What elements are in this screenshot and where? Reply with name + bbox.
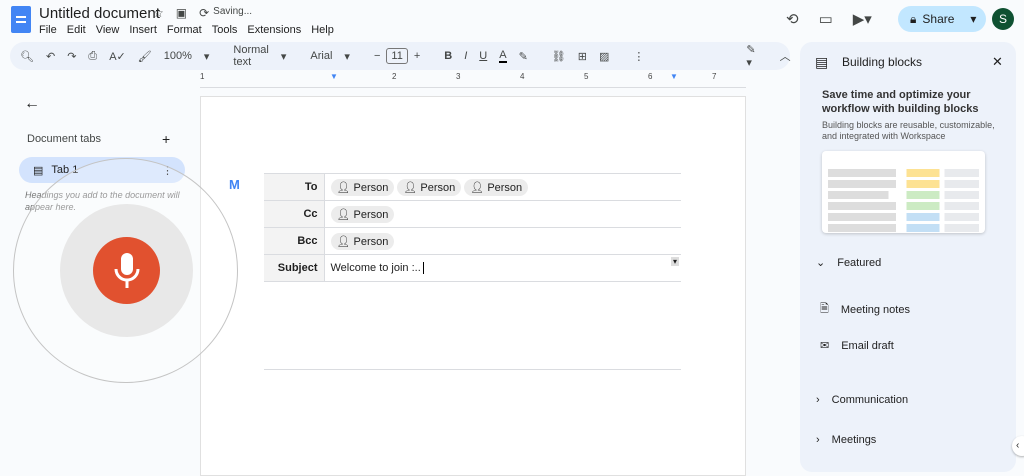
document-icon: 🗎︎ [820,303,829,315]
panel-headline: Save time and optimize your workflow wit… [822,89,979,115]
indent-marker[interactable]: ▼ [330,72,338,81]
undo-icon[interactable]: ↶ [46,50,55,63]
person-chip[interactable]: 👤︎ Person [330,232,395,250]
back-arrow-icon[interactable]: ← [24,95,40,113]
share-dropdown-icon[interactable]: ▾ [970,12,976,26]
chevron-down-icon: ⌄ [816,257,826,269]
insert-image-icon[interactable]: ▨ [599,50,609,63]
person-chip[interactable]: 👤︎ Person [330,178,395,196]
lock-icon: 🔒︎ [910,11,917,26]
add-comment-icon[interactable]: ⊞ [578,50,587,63]
paint-format-icon[interactable]: 🖌︎ [138,50,152,63]
bold-icon[interactable]: B [444,50,452,62]
highlight-icon[interactable]: ✎ [519,50,528,63]
spellcheck-icon[interactable]: A✓ [109,50,126,63]
document-title[interactable]: Untitled document [39,5,160,22]
panel-description: Building blocks are reusable, customizab… [822,120,995,141]
chevron-right-icon: › [816,434,820,446]
avatar[interactable]: S [992,8,1014,30]
text-color-icon[interactable]: A [499,49,507,63]
email-icon: ✉︎ [820,340,830,352]
meet-icon[interactable]: ▶▾ [853,10,872,28]
person-chip[interactable]: 👤︎ Person [397,178,462,196]
microphone-button[interactable] [93,237,160,304]
menu-tools[interactable]: Tools [212,24,238,36]
bcc-row: Bcc 👤︎ Person [264,227,681,255]
more-icon[interactable]: ⋮ [633,50,644,63]
email-draft-item[interactable]: ✉︎ Email draft [820,339,894,353]
cc-row: Cc 👤︎ Person [264,200,681,228]
building-blocks-icon: ▤ [815,54,829,70]
meetings-section[interactable]: › Meetings [816,434,876,446]
document-icon: ▤ [33,164,44,177]
add-tab-button[interactable]: + [162,131,170,147]
toolbar: 🔍︎ ↶ ↷ ⎙ A✓ 🖌︎ 100% ▾ Normal text ▾ Arial ▾ −11 +… [10,42,791,70]
person-chip[interactable]: 👤︎ Person [464,178,529,196]
move-folder-icon[interactable]: ▣ [176,6,187,20]
meeting-notes-item[interactable]: 🗎︎ Meeting notes [820,300,910,319]
menu-edit[interactable]: Edit [67,24,86,36]
subject-dropdown-icon[interactable]: ▾ [670,257,679,266]
document-page[interactable] [200,96,746,476]
decrease-size-button[interactable]: − [374,50,380,62]
panel-title: Building blocks [842,55,923,69]
share-button[interactable]: 🔒︎ Share ▾ [898,6,986,32]
ruler[interactable]: 1 ▼ 2 3 4 5 6 ▼ 7 [200,72,746,88]
history-icon[interactable]: ⟲ [786,10,799,28]
link-icon[interactable]: ⛓ [552,50,566,63]
subject-field[interactable]: Welcome to join :.. [331,262,421,274]
underline-icon[interactable]: U [479,50,487,62]
gmail-icon: M [229,177,240,192]
print-icon[interactable]: ⎙ [88,50,97,63]
right-indent-marker[interactable]: ▼ [670,72,678,81]
style-select[interactable]: Normal text [233,44,268,68]
search-icon[interactable]: 🔍︎ [20,50,34,63]
person-chip[interactable]: 👤︎ Person [330,205,395,223]
comments-icon[interactable]: ▭ [819,10,833,28]
increase-size-button[interactable]: + [414,50,420,62]
menu-help[interactable]: Help [311,24,334,36]
menu-bar: File Edit View Insert Format Tools Extensions H… [39,24,334,36]
menu-view[interactable]: View [96,24,120,36]
microphone-icon [114,252,139,288]
document-tabs-heading: Document tabs [27,133,101,145]
star-icon[interactable]: ☆ [153,6,164,20]
to-row: To 👤︎ Person 👤︎ Person 👤︎ Person [264,173,681,201]
font-size-input[interactable]: 11 [386,48,408,64]
redo-icon[interactable]: ↷ [67,50,76,63]
zoom-select[interactable]: 100% [164,50,192,62]
subject-row: Subject Welcome to join :.. ▾ [264,254,681,282]
communication-section[interactable]: › Communication [816,394,908,406]
building-blocks-preview [822,151,985,233]
chevron-right-icon: › [816,394,820,406]
divider [264,369,681,370]
saving-status: Saving... [213,6,253,17]
menu-format[interactable]: Format [167,24,202,36]
featured-section[interactable]: ⌄ Featured [816,256,881,270]
docs-logo[interactable] [11,6,31,33]
menu-extensions[interactable]: Extensions [247,24,301,36]
sync-icon: ⟳ [199,6,210,20]
collapse-icon[interactable]: ︿ [780,48,791,64]
editing-mode-icon[interactable]: ✎ ▾ [746,43,755,69]
email-draft-table: To 👤︎ Person 👤︎ Person 👤︎ Person Cc 👤︎ Perso… [264,173,681,282]
menu-file[interactable]: File [39,24,57,36]
close-panel-icon[interactable]: ✕ [992,54,1003,70]
menu-insert[interactable]: Insert [129,24,157,36]
font-select[interactable]: Arial [310,50,332,62]
italic-icon[interactable]: I [464,50,467,62]
